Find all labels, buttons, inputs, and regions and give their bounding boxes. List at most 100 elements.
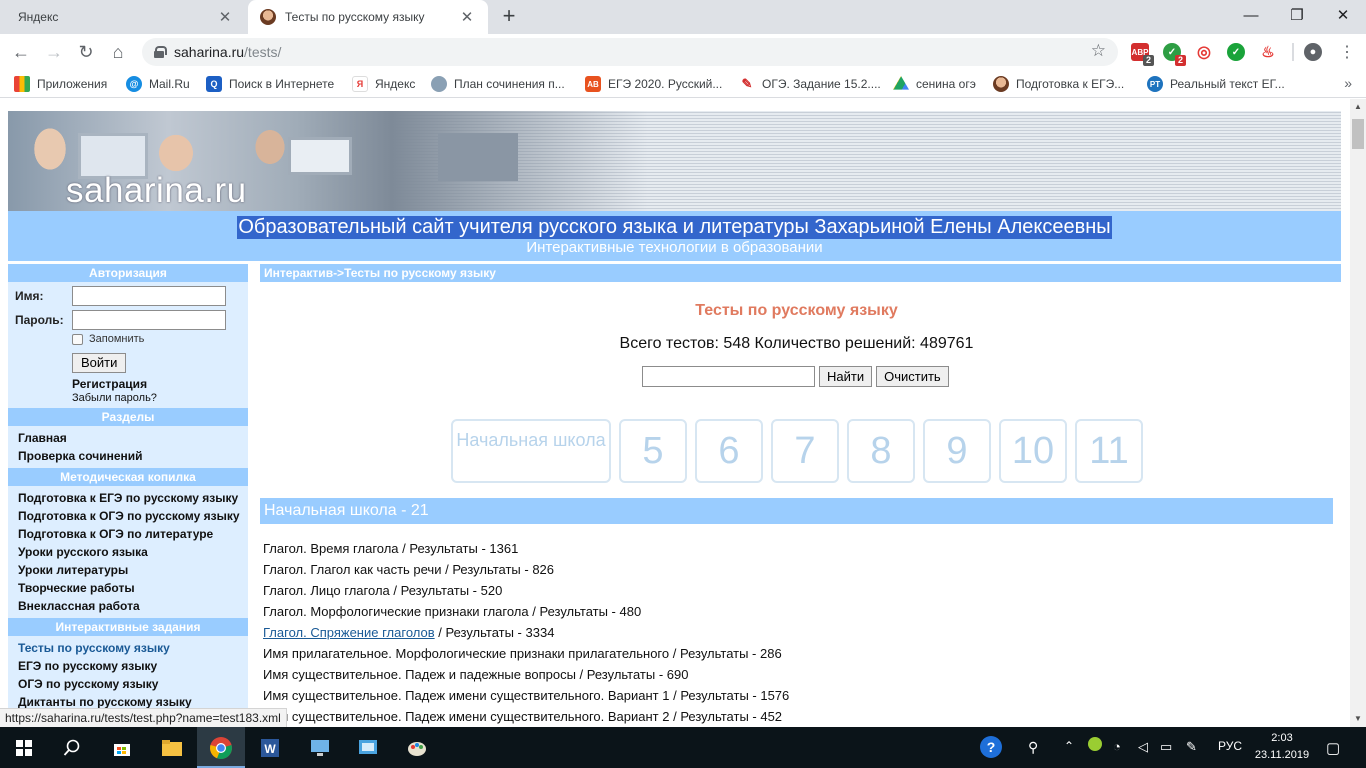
- people-icon[interactable]: ⚲: [1028, 739, 1038, 756]
- new-tab-button[interactable]: +: [498, 5, 520, 28]
- volume-icon[interactable]: ◁: [1138, 739, 1148, 755]
- checker-extension-icon[interactable]: ✓ 2: [1163, 43, 1186, 66]
- sidebar-item-creative-works[interactable]: Творческие работы: [18, 579, 248, 597]
- bookmark-podgotovka[interactable]: Подготовка к ЕГЭ...: [993, 76, 1124, 92]
- test-link[interactable]: Глагол. Лицо глагола: [263, 583, 390, 598]
- paint-icon[interactable]: [402, 733, 432, 763]
- menu-kebab-icon[interactable]: ⋮: [1334, 39, 1360, 65]
- results-link[interactable]: Результаты - 690: [587, 667, 689, 682]
- file-explorer-icon[interactable]: [157, 733, 187, 763]
- results-link[interactable]: Результаты - 1361: [409, 541, 518, 556]
- chevron-up-icon[interactable]: ⌃: [1064, 739, 1074, 753]
- sidebar-item-oge[interactable]: ОГЭ по русскому языку: [18, 675, 248, 693]
- results-link[interactable]: Результаты - 286: [680, 646, 782, 661]
- bookmarks-more-button[interactable]: »: [1344, 75, 1352, 91]
- minimize-button[interactable]: —: [1228, 0, 1274, 30]
- page-scrollbar[interactable]: ▲ ▼: [1350, 99, 1366, 727]
- help-icon[interactable]: ?: [980, 736, 1002, 758]
- sidebar-item-ege[interactable]: ЕГЭ по русскому языку: [18, 657, 248, 675]
- bookmark-oge[interactable]: ✎ ОГЭ. Задание 15.2....: [739, 76, 881, 92]
- maximize-button[interactable]: ❐: [1274, 0, 1320, 30]
- lock-icon[interactable]: [154, 46, 167, 58]
- scroll-thumb[interactable]: [1352, 119, 1364, 149]
- windows-start-icon[interactable]: [9, 733, 39, 763]
- password-field[interactable]: [72, 310, 226, 330]
- language-indicator[interactable]: РУС: [1218, 739, 1242, 753]
- bookmark-senina[interactable]: сенина огэ: [893, 76, 976, 92]
- sidebar-item-extracurricular[interactable]: Внеклассная работа: [18, 597, 248, 615]
- window-close-button[interactable]: ✕: [1320, 0, 1366, 30]
- results-link[interactable]: Результаты - 452: [680, 709, 782, 724]
- test-link[interactable]: Глагол. Глагол как часть речи: [263, 562, 441, 577]
- results-link[interactable]: Результаты - 520: [401, 583, 503, 598]
- notifications-icon[interactable]: ▢: [1326, 739, 1340, 757]
- results-link[interactable]: Результаты - 480: [539, 604, 641, 619]
- back-button[interactable]: ←: [8, 39, 34, 65]
- bookmark-ege[interactable]: АВ ЕГЭ 2020. Русский...: [585, 76, 722, 92]
- battery-icon[interactable]: ▭: [1160, 739, 1172, 755]
- store-icon[interactable]: [107, 733, 137, 763]
- scroll-down-icon[interactable]: ▼: [1350, 711, 1366, 727]
- results-link[interactable]: Результаты - 826: [452, 562, 554, 577]
- bookmark-search[interactable]: Q Поиск в Интернете: [206, 76, 334, 92]
- scroll-up-icon[interactable]: ▲: [1350, 99, 1366, 115]
- sidebar-item-home[interactable]: Главная: [18, 429, 248, 447]
- media-icon[interactable]: [353, 733, 383, 763]
- test-link[interactable]: Глагол. Морфологические признаки глагола: [263, 604, 529, 619]
- bookmark-realtext[interactable]: PT Реальный текст ЕГ...: [1147, 76, 1285, 92]
- bookmark-mailru[interactable]: @ Mail.Ru: [126, 76, 190, 92]
- test-link-hovered[interactable]: Глагол. Спряжение глаголов: [263, 625, 435, 640]
- tab-yandex[interactable]: Яндекс ✕: [6, 0, 246, 34]
- test-link[interactable]: Имя существительное. Падеж имени существ…: [263, 688, 669, 703]
- bookmark-apps[interactable]: Приложения: [14, 76, 107, 92]
- chrome-icon[interactable]: [206, 733, 236, 763]
- tray-app-icon[interactable]: [1088, 737, 1102, 751]
- grade-8-button[interactable]: 8: [847, 419, 915, 483]
- sidebar-item-russian-lessons[interactable]: Уроки русского языка: [18, 543, 248, 561]
- find-button[interactable]: Найти: [819, 366, 873, 387]
- grade-6-button[interactable]: 6: [695, 419, 763, 483]
- grade-11-button[interactable]: 11: [1075, 419, 1143, 483]
- search-input[interactable]: [642, 366, 815, 387]
- profile-avatar-icon[interactable]: ●: [1304, 43, 1322, 61]
- grade-7-button[interactable]: 7: [771, 419, 839, 483]
- test-link[interactable]: Имя прилагательное. Морфологические приз…: [263, 646, 669, 661]
- sidebar-item-literature-lessons[interactable]: Уроки литературы: [18, 561, 248, 579]
- sidebar-item-russian-tests[interactable]: Тесты по русскому языку: [18, 639, 248, 657]
- login-button[interactable]: Войти: [72, 353, 127, 373]
- pen-workspace-icon[interactable]: ✎: [1186, 739, 1197, 755]
- bookmark-star-icon[interactable]: ☆: [1091, 41, 1106, 61]
- sidebar-item-oge-russian[interactable]: Подготовка к ОГЭ по русскому языку: [18, 507, 248, 525]
- bookmark-yandex[interactable]: Я Яндекс: [352, 76, 415, 92]
- check-extension-icon[interactable]: ✓: [1227, 43, 1245, 61]
- forgot-password-link[interactable]: Забыли пароль?: [72, 392, 157, 404]
- grade-5-button[interactable]: 5: [619, 419, 687, 483]
- reload-button[interactable]: ↻: [73, 39, 99, 65]
- tab-tests[interactable]: Тесты по русскому языку ✕: [248, 0, 488, 34]
- network-icon[interactable]: ◔: [1113, 739, 1121, 754]
- results-link[interactable]: Результаты - 3334: [445, 625, 554, 640]
- results-link[interactable]: Результаты - 1576: [680, 688, 789, 703]
- forward-button[interactable]: →: [41, 39, 67, 65]
- target-extension-icon[interactable]: ◎: [1195, 43, 1213, 61]
- adblock-extension-icon[interactable]: ABP 2: [1131, 43, 1154, 66]
- home-button[interactable]: ⌂: [105, 39, 131, 65]
- grade-primary-button[interactable]: Начальная школа: [451, 419, 611, 483]
- grade-9-button[interactable]: 9: [923, 419, 991, 483]
- test-link[interactable]: Имя существительное. Падеж и падежные во…: [263, 667, 576, 682]
- remember-checkbox[interactable]: Запомнить: [72, 333, 144, 345]
- close-icon[interactable]: ✕: [216, 8, 234, 26]
- sidebar-item-oge-literature[interactable]: Подготовка к ОГЭ по литературе: [18, 525, 248, 543]
- clear-button[interactable]: Очистить: [876, 366, 949, 387]
- test-link[interactable]: Глагол. Время глагола: [263, 541, 399, 556]
- bookmark-plan[interactable]: План сочинения п...: [431, 76, 565, 92]
- checkbox-box[interactable]: [72, 333, 83, 345]
- grade-10-button[interactable]: 10: [999, 419, 1067, 483]
- word-icon[interactable]: W: [255, 733, 285, 763]
- username-field[interactable]: [72, 286, 226, 306]
- test-link[interactable]: Имя существительное. Падеж имени существ…: [263, 709, 669, 724]
- clock[interactable]: 2:03 23.11.2019: [1250, 730, 1314, 764]
- pc-icon[interactable]: [305, 733, 335, 763]
- fire-extension-icon[interactable]: ♨: [1259, 43, 1277, 61]
- sidebar-item-essay-check[interactable]: Проверка сочинений: [18, 447, 248, 465]
